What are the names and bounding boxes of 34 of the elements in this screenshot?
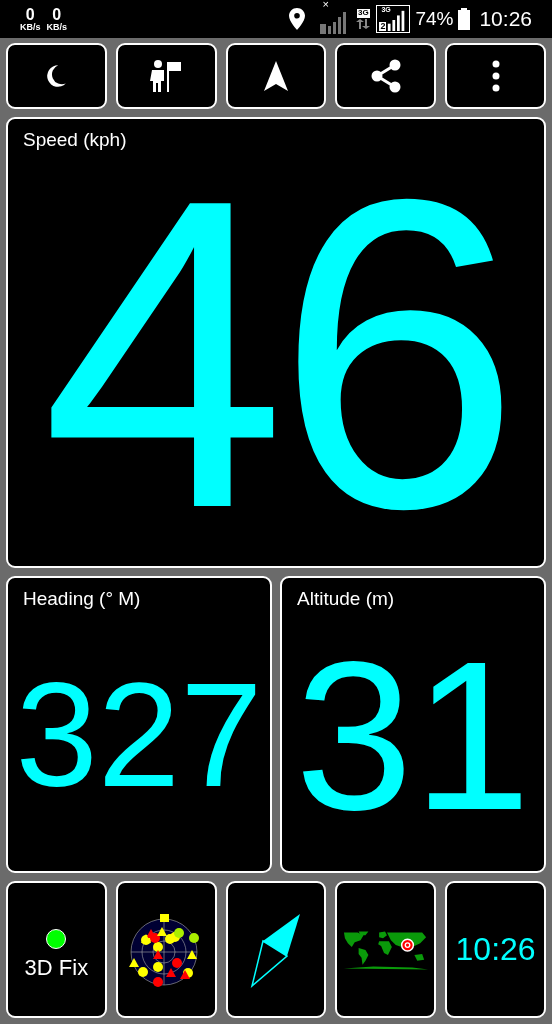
menu-button[interactable] xyxy=(445,43,546,109)
net-speed-value: 0 xyxy=(52,6,62,23)
no-service-mark: × xyxy=(322,0,329,10)
net-speed-unit: KB/s xyxy=(46,22,68,32)
panel-label: Speed (kph) xyxy=(23,129,128,151)
location-target-icon xyxy=(400,938,414,952)
data-arrows-icon xyxy=(355,18,372,29)
clock-tile[interactable]: 10:26 xyxy=(445,881,546,1018)
net-speed-value: 0 xyxy=(25,6,35,23)
satellites-tile[interactable] xyxy=(115,881,217,1018)
heading-value: 327 xyxy=(15,676,263,795)
location-pin-icon xyxy=(289,8,306,30)
share-icon xyxy=(369,59,402,93)
compass-needle-icon xyxy=(250,911,302,988)
share-button[interactable] xyxy=(335,43,437,109)
net-speed-unit: KB/s xyxy=(20,22,41,32)
person-with-flag-icon xyxy=(149,59,184,93)
navigate-button[interactable] xyxy=(225,43,327,109)
panel-label: Heading (° M) xyxy=(23,588,142,610)
status-time: 10:26 xyxy=(479,7,532,31)
speed-value: 46 xyxy=(41,177,511,530)
sim-slot-label: 2 xyxy=(379,22,387,31)
panel-label: Altitude (m) xyxy=(297,588,396,610)
network-type-label: 3G xyxy=(357,9,370,18)
altitude-value: 31 xyxy=(295,650,531,821)
compass-tile[interactable] xyxy=(225,881,327,1018)
night-mode-button[interactable] xyxy=(6,43,107,109)
waypoint-button[interactable] xyxy=(115,43,217,109)
navigation-arrow-icon xyxy=(264,61,288,91)
battery-icon xyxy=(458,8,471,30)
world-map-tile[interactable] xyxy=(335,881,437,1018)
battery-percent: 74% xyxy=(415,8,454,30)
more-options-icon xyxy=(491,60,500,92)
fix-status-tile[interactable]: 3D Fix xyxy=(6,881,107,1018)
